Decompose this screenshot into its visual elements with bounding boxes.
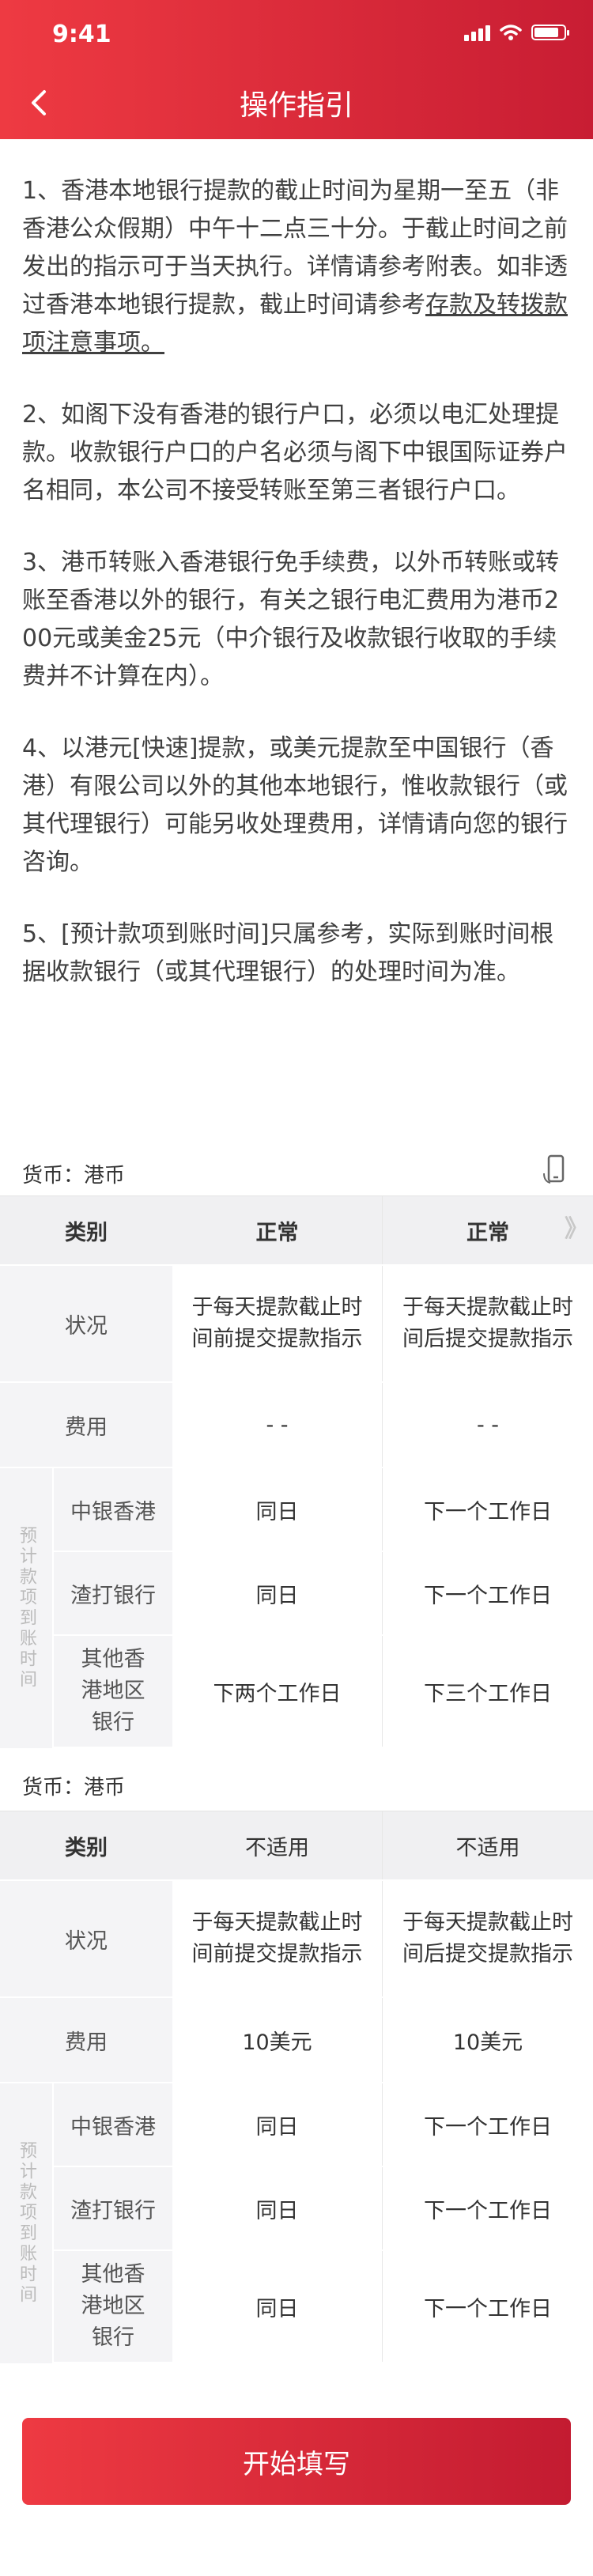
status-value-2: 于每天提款截止时间后提交提款指示: [402, 1910, 573, 1966]
table-header-row: 类别 正常 正常 》: [0, 1196, 593, 1266]
arrival-value-1: 同日: [172, 1468, 383, 1551]
signal-icon: [464, 24, 490, 41]
table-row: 渣打银行 同日 下一个工作日: [54, 1552, 593, 1636]
arrival-value-2: 下一个工作日: [424, 2296, 552, 2321]
rotate-phone-icon[interactable]: [542, 1154, 569, 1184]
bank-name: 渣打银行: [54, 2167, 172, 2249]
note-3: 3、港币转账入香港银行免手续费，以外币转账或转账至香港以外的银行，有关之银行电汇…: [22, 549, 560, 690]
page-title: 操作指引: [239, 89, 353, 122]
header: 9:41 操作指引: [0, 0, 593, 139]
table-row-fee: 费用 10美元 10美元: [0, 1998, 593, 2083]
row-label-fee: 费用: [0, 1998, 172, 2082]
wifi-icon: [500, 25, 522, 40]
start-filling-button[interactable]: 开始填写: [22, 2418, 571, 2505]
row-label-status: 状况: [0, 1881, 172, 1996]
arrival-rows: 中银香港 同日 下一个工作日 渣打银行 同日 下一个工作日 其他香港地区银行 同…: [54, 2083, 593, 2363]
header-category: 类别: [0, 1196, 172, 1264]
fee-value-1: 10美元: [172, 1998, 383, 2082]
bank-name: 中银香港: [54, 1468, 172, 1551]
note-1: 1、香港本地银行提款的截止时间为星期一至五（非香港公众假期）中午十二点三十分。于…: [22, 172, 571, 362]
note-4: 4、以港元[快速]提款，或美元提款至中国银行（香港）有限公司以外的其他本地银行，…: [22, 735, 568, 876]
table-row-status: 状况 于每天提款截止时间前提交提款指示 于每天提款截止时间后提交提款指示: [0, 1881, 593, 1998]
note-5: 5、[预计款项到账时间]只属参考，实际到账时间根据收款银行（或其代理银行）的处理…: [22, 920, 554, 986]
bank-name: 其他香港地区银行: [54, 2251, 172, 2362]
arrival-value-2: 下三个工作日: [424, 1681, 552, 1706]
fee-table-1: 类别 正常 正常 》 状况 于每天提款截止时间前提交提款指示 于每天提款截止时间…: [0, 1195, 593, 1748]
header-col-2: 正常 》: [383, 1196, 593, 1264]
header-col-1: 正常: [172, 1196, 383, 1264]
header-col-2-label: 正常: [466, 1220, 509, 1245]
arrival-value-2: 下一个工作日: [424, 2198, 552, 2223]
table-row: 中银香港 同日 下一个工作日: [54, 1468, 593, 1552]
arrival-time-group: 预计款项到账时间 中银香港 同日 下一个工作日 渣打银行 同日 下一个工作日 其…: [0, 1468, 593, 1748]
table-row-fee: 费用 - - - -: [0, 1383, 593, 1468]
table-row-status: 状况 于每天提款截止时间前提交提款指示 于每天提款截止时间后提交提款指示: [0, 1266, 593, 1383]
fee-table-2: 类别 不适用 不适用 状况 于每天提款截止时间前提交提款指示 于每天提款截止时间…: [0, 1811, 593, 2363]
arrival-value-1: 同日: [172, 1552, 383, 1634]
status-value-1: 于每天提款截止时间前提交提款指示: [172, 1266, 383, 1381]
bank-name: 中银香港: [54, 2083, 172, 2166]
instructions: 1、香港本地银行提款的截止时间为星期一至五（非香港公众假期）中午十二点三十分。于…: [22, 172, 571, 1025]
status-icons: [464, 24, 569, 41]
fee-value-2: - -: [476, 1412, 500, 1437]
arrival-value-1: 同日: [172, 2167, 383, 2249]
arrival-value-2: 下一个工作日: [424, 1499, 552, 1524]
arrival-value-1: 同日: [172, 2251, 383, 2362]
arrival-value-2: 下一个工作日: [424, 2114, 552, 2140]
row-label-status: 状况: [0, 1266, 172, 1381]
currency-label: 货币：港币: [22, 1776, 126, 1800]
arrival-time-group: 预计款项到账时间 中银香港 同日 下一个工作日 渣打银行 同日 下一个工作日 其…: [0, 2083, 593, 2363]
arrival-time-label-text: 预计款项到账时间: [17, 1526, 36, 1690]
table-header-row: 类别 不适用 不适用: [0, 1811, 593, 1881]
status-value-2: 于每天提款截止时间后提交提款指示: [402, 1295, 573, 1351]
header-category: 类别: [0, 1811, 172, 1879]
fee-value-2: 10美元: [452, 2030, 523, 2055]
battery-icon: [531, 25, 569, 40]
arrival-rows: 中银香港 同日 下一个工作日 渣打银行 同日 下一个工作日 其他香港地区银行 下…: [54, 1468, 593, 1748]
arrival-time-label: 预计款项到账时间: [0, 1468, 54, 1748]
table-row: 其他香港地区银行 同日 下一个工作日: [54, 2251, 593, 2363]
note-2: 2、如阁下没有香港的银行户口，必须以电汇处理提款。收款银行户口的户名必须与阁下中…: [22, 401, 568, 504]
status-value-1: 于每天提款截止时间前提交提款指示: [172, 1881, 383, 1996]
bank-name: 渣打银行: [54, 1552, 172, 1634]
table-row: 其他香港地区银行 下两个工作日 下三个工作日: [54, 1636, 593, 1748]
header-col-2: 不适用: [383, 1811, 593, 1879]
arrival-time-label: 预计款项到账时间: [0, 2083, 54, 2363]
status-time: 9:41: [52, 21, 111, 48]
table-row: 中银香港 同日 下一个工作日: [54, 2083, 593, 2167]
header-col-1: 不适用: [172, 1811, 383, 1879]
row-label-fee: 费用: [0, 1383, 172, 1467]
bank-name: 其他香港地区银行: [54, 1636, 172, 1747]
table-row: 渣打银行 同日 下一个工作日: [54, 2167, 593, 2251]
currency-label: 货币：港币: [22, 1164, 126, 1188]
fee-value-1: - -: [172, 1383, 383, 1467]
arrival-value-1: 同日: [172, 2083, 383, 2166]
scroll-right-icon[interactable]: 》: [565, 1209, 588, 1244]
arrival-value-1: 下两个工作日: [172, 1636, 383, 1747]
arrival-value-2: 下一个工作日: [424, 1583, 552, 1608]
arrival-time-label-text: 预计款项到账时间: [17, 2141, 36, 2306]
